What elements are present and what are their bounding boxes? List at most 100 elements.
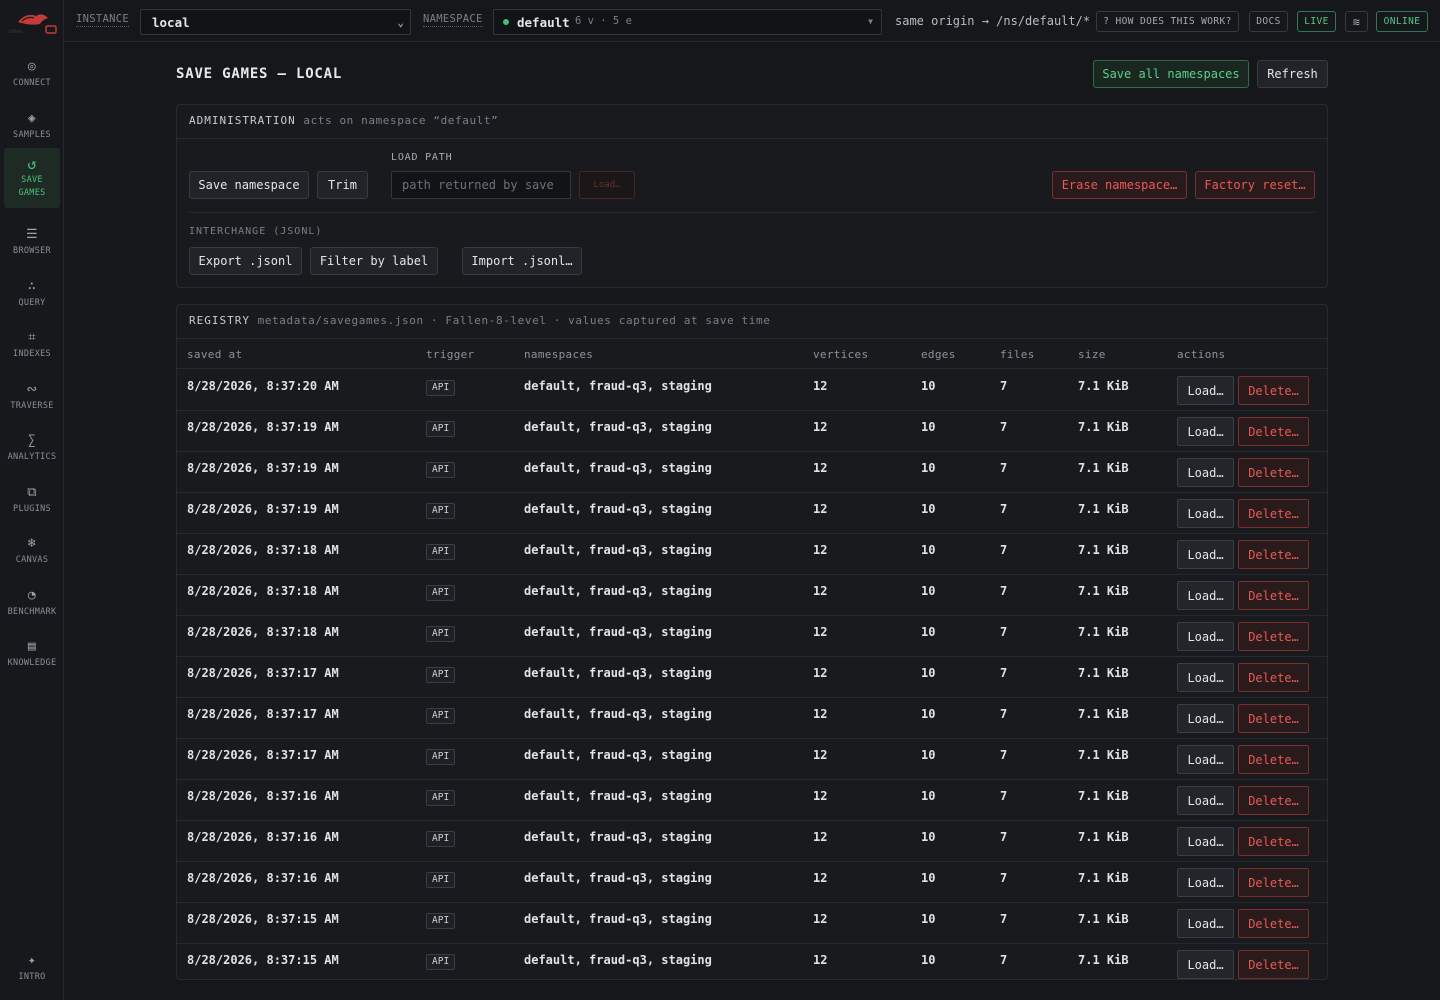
row-delete-button[interactable]: Delete… (1238, 622, 1309, 651)
top-bar: INSTANCE local ⌄ NAMESPACE default 6 v ·… (64, 0, 1440, 42)
cell-vertices: 12 (813, 707, 828, 721)
trim-button[interactable]: Trim (317, 171, 368, 199)
row-delete-button[interactable]: Delete… (1238, 376, 1309, 405)
sidebar-item-label: INDEXES (13, 349, 51, 359)
administration-header: ADMINISTRATION acts on namespace “defaul… (177, 105, 1327, 139)
filter-by-label-button[interactable]: Filter by label (310, 247, 438, 275)
row-delete-button[interactable]: Delete… (1238, 581, 1309, 610)
row-load-button[interactable]: Load… (1177, 786, 1234, 815)
cell-size: 7.1 KiB (1078, 625, 1129, 639)
analytics-icon: ∑ (27, 433, 37, 448)
sidebar-item-query[interactable]: ∴ QUERY (4, 266, 60, 324)
row-delete-button[interactable]: Delete… (1238, 540, 1309, 569)
cell-vertices: 12 (813, 666, 828, 680)
cell-vertices: 12 (813, 584, 828, 598)
administration-subtitle: acts on namespace “default” (303, 114, 499, 127)
refresh-button[interactable]: Refresh (1257, 60, 1328, 88)
factory-reset-button[interactable]: Factory reset… (1195, 171, 1315, 199)
row-load-button[interactable]: Load… (1177, 663, 1234, 692)
query-icon: ∴ (27, 279, 37, 294)
docs-button[interactable]: DOCS (1249, 11, 1288, 32)
row-delete-button[interactable]: Delete… (1238, 499, 1309, 528)
cell-vertices: 12 (813, 543, 828, 557)
row-load-button[interactable]: Load… (1177, 417, 1234, 446)
theme-icon[interactable]: ≋ (1345, 11, 1368, 32)
table-row: 8/28/2026, 8:37:20 AM API default, fraud-q… (177, 370, 1327, 411)
row-load-button[interactable]: Load… (1177, 499, 1234, 528)
erase-namespace-button[interactable]: Erase namespace… (1052, 171, 1187, 199)
row-delete-button[interactable]: Delete… (1238, 827, 1309, 856)
save-namespace-button[interactable]: Save namespace (189, 171, 309, 199)
intro-icon: ✦ (27, 953, 37, 968)
knowledge-icon: ▤ (27, 639, 37, 654)
cell-namespaces: default, fraud-q3, staging (524, 707, 712, 721)
cell-namespaces: default, fraud-q3, staging (524, 748, 712, 762)
sidebar-item-indexes[interactable]: ⌗ INDEXES (4, 317, 60, 375)
cell-edges: 10 (921, 543, 936, 557)
sidebar-item-browser[interactable]: ☰ BROWSER (4, 214, 60, 272)
cell-edges: 10 (921, 584, 936, 598)
row-load-button[interactable]: Load… (1177, 622, 1234, 651)
cell-saved-at: 8/28/2026, 8:37:17 AM (187, 748, 339, 762)
instance-select[interactable]: local ⌄ (140, 9, 411, 35)
app-logo[interactable]: fallen (6, 8, 58, 36)
sidebar-item-plugins[interactable]: ⧉ PLUGINS (4, 472, 60, 530)
row-load-button[interactable]: Load… (1177, 868, 1234, 897)
row-load-button[interactable]: Load… (1177, 458, 1234, 487)
sidebar-item-analytics[interactable]: ∑ ANALYTICS (4, 420, 60, 478)
row-delete-button[interactable]: Delete… (1238, 417, 1309, 446)
cell-size: 7.1 KiB (1078, 953, 1129, 967)
row-load-button[interactable]: Load… (1177, 909, 1234, 938)
cell-size: 7.1 KiB (1078, 748, 1129, 762)
load-path-input[interactable]: path returned by save (391, 171, 571, 199)
column-header-namespaces: namespaces (524, 348, 594, 361)
row-load-button[interactable]: Load… (1177, 581, 1234, 610)
row-load-button[interactable]: Load… (1177, 376, 1234, 405)
sidebar-item-canvas[interactable]: ❄ CANVAS (4, 523, 60, 581)
help-button[interactable]: ? HOW DOES THIS WORK? (1096, 11, 1239, 32)
sidebar-item-knowledge[interactable]: ▤ KNOWLEDGE (4, 626, 60, 684)
live-toggle[interactable]: LIVE (1297, 11, 1336, 32)
row-delete-button[interactable]: Delete… (1238, 950, 1309, 979)
cell-vertices: 12 (813, 625, 828, 639)
cell-edges: 10 (921, 953, 936, 967)
row-delete-button[interactable]: Delete… (1238, 704, 1309, 733)
trigger-badge: API (426, 421, 456, 437)
table-row: 8/28/2026, 8:37:17 AM API default, fraud-q… (177, 657, 1327, 698)
cell-files: 7 (1000, 912, 1008, 926)
import-jsonl-button[interactable]: Import .jsonl… (462, 247, 582, 275)
table-row: 8/28/2026, 8:37:17 AM API default, fraud-q… (177, 698, 1327, 739)
sidebar-item-benchmark[interactable]: ◔ BENCHMARK (4, 575, 60, 633)
load-path-button[interactable]: Load… (579, 171, 635, 199)
row-load-button[interactable]: Load… (1177, 704, 1234, 733)
cell-files: 7 (1000, 543, 1008, 557)
row-load-button[interactable]: Load… (1177, 950, 1234, 979)
row-delete-button[interactable]: Delete… (1238, 458, 1309, 487)
row-delete-button[interactable]: Delete… (1238, 663, 1309, 692)
row-load-button[interactable]: Load… (1177, 540, 1234, 569)
namespace-label: NAMESPACE (423, 13, 483, 27)
sidebar-item-save-games[interactable]: ↺ SAVE GAMES (4, 148, 60, 208)
header-divider (177, 368, 1327, 369)
trigger-badge: API (426, 462, 456, 478)
sidebar-item-intro[interactable]: ✦ INTRO (4, 940, 60, 998)
row-delete-button[interactable]: Delete… (1238, 909, 1309, 938)
row-delete-button[interactable]: Delete… (1238, 786, 1309, 815)
registry-header: REGISTRY metadata/savegames.json · Falle… (177, 305, 1327, 339)
namespace-select[interactable]: default 6 v · 5 e ▼ (493, 9, 882, 35)
column-header-size: size (1078, 348, 1106, 361)
export-jsonl-button[interactable]: Export .jsonl (189, 247, 302, 275)
save-all-namespaces-button[interactable]: Save all namespaces (1093, 60, 1249, 88)
page-title: SAVE GAMES — LOCAL (176, 66, 343, 82)
row-load-button[interactable]: Load… (1177, 745, 1234, 774)
row-delete-button[interactable]: Delete… (1238, 745, 1309, 774)
row-load-button[interactable]: Load… (1177, 827, 1234, 856)
load-path-label: LOAD PATH (391, 152, 453, 163)
cell-edges: 10 (921, 912, 936, 926)
sidebar-item-connect[interactable]: ◎ CONNECT (4, 46, 60, 104)
row-delete-button[interactable]: Delete… (1238, 868, 1309, 897)
sidebar-item-label: CANVAS (15, 555, 49, 565)
cell-vertices: 12 (813, 748, 828, 762)
sidebar-item-traverse[interactable]: ∾ TRAVERSE (4, 369, 60, 427)
cell-saved-at: 8/28/2026, 8:37:17 AM (187, 666, 339, 680)
